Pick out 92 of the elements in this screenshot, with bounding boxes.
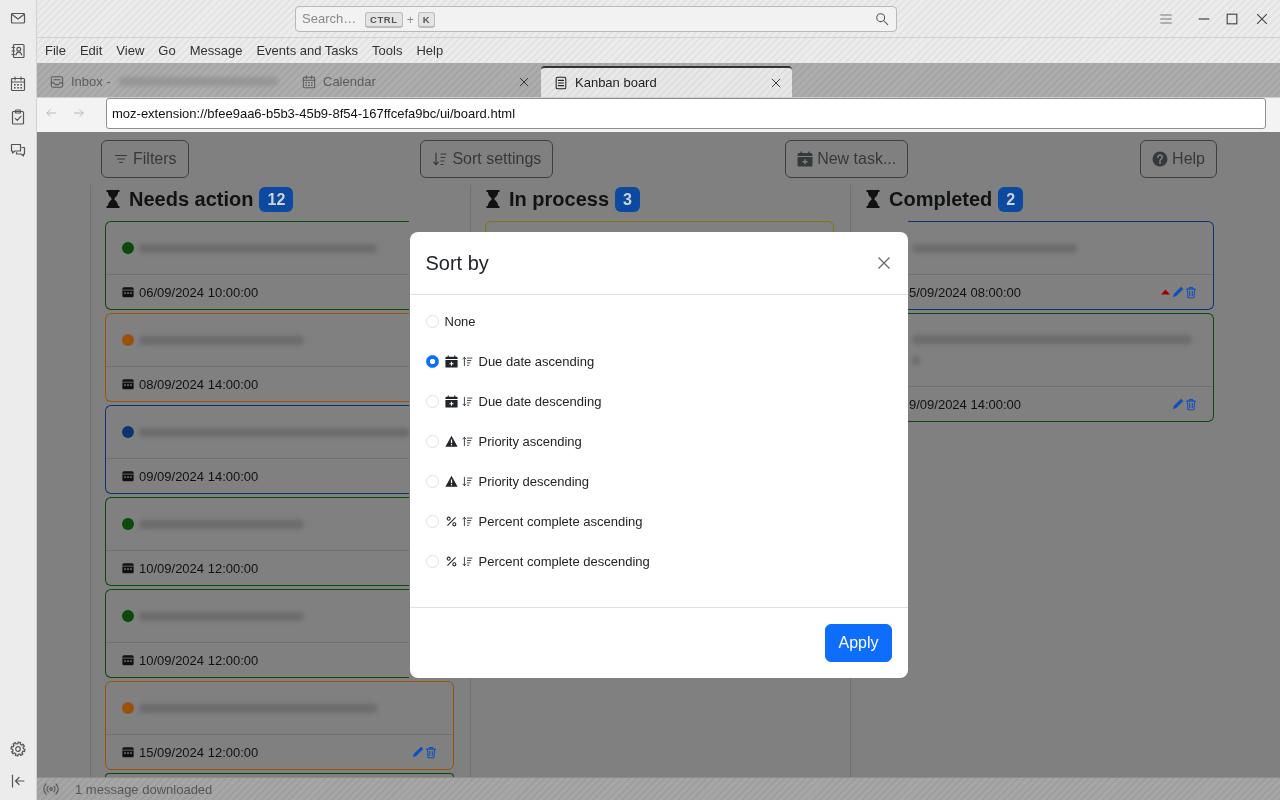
- calendar-icon: [122, 286, 134, 298]
- calendar-plus-icon: [797, 151, 814, 167]
- pencil-icon[interactable]: [1172, 286, 1184, 298]
- document-icon: [554, 75, 568, 90]
- calendar-icon: [122, 378, 134, 390]
- radio-button[interactable]: [425, 354, 439, 368]
- address-book-icon[interactable]: [10, 43, 26, 59]
- column-title: Completed: [889, 187, 993, 211]
- due-date: 09/09/2024 14:00:00: [139, 468, 259, 484]
- due-date: 15/09/2024 12:00:00: [139, 744, 259, 760]
- chat-icon[interactable]: [10, 142, 26, 158]
- sort-icon: [432, 151, 449, 167]
- count-badge: 12: [259, 186, 294, 212]
- option-label[interactable]: Due date descending: [478, 393, 602, 409]
- close-icon[interactable]: [518, 75, 530, 88]
- pencil-icon[interactable]: [1172, 398, 1184, 410]
- calendar-icon: [302, 74, 316, 89]
- count-badge: 2: [998, 186, 1024, 212]
- trash-icon[interactable]: [1185, 285, 1197, 299]
- calendar-icon: [122, 746, 134, 758]
- task-card[interactable]: 08/09/2024 14:00:00: [105, 313, 409, 402]
- option-label[interactable]: None: [444, 313, 476, 329]
- percent-icon: [444, 554, 458, 568]
- due-date: 10/09/2024 12:00:00: [139, 652, 259, 668]
- tab[interactable]: Kanban board: [541, 66, 792, 97]
- task-card[interactable]: 15/09/2024 12:00:00: [105, 681, 454, 770]
- calendar-icon: [122, 562, 134, 574]
- pencil-icon[interactable]: [412, 746, 424, 758]
- task-card[interactable]: 09/09/2024 14:00:00: [105, 405, 409, 494]
- maximize-icon[interactable]: [1225, 11, 1239, 26]
- dialog-title: Sort by: [425, 251, 489, 275]
- menu-item[interactable]: File: [38, 41, 73, 60]
- trash-icon[interactable]: [425, 745, 437, 759]
- percent-icon: [444, 514, 458, 528]
- count-badge: 3: [615, 186, 640, 212]
- calendar-icon: [122, 470, 134, 482]
- menu-item[interactable]: Events and Tasks: [249, 41, 366, 60]
- menu-item[interactable]: Tools: [365, 41, 410, 60]
- menu-icon[interactable]: [1159, 11, 1173, 26]
- menu-item[interactable]: Edit: [72, 41, 110, 60]
- arrow-left-bar-icon[interactable]: [10, 773, 26, 789]
- task-card[interactable]: 9/09/2024 14:00:00: [908, 313, 1214, 422]
- url-field[interactable]: moz-extension://bfee9aa6-b5b3-45b9-8f54-167ffcefa9bc/ui/board.html: [106, 98, 1266, 129]
- key-joiner: +: [406, 12, 414, 27]
- status-text: 1 message downloaded: [75, 781, 213, 797]
- trash-icon[interactable]: [1185, 397, 1197, 411]
- option-label[interactable]: Percent complete descending: [478, 553, 650, 569]
- apply-button[interactable]: Apply: [825, 624, 892, 662]
- menu-item[interactable]: Help: [409, 41, 451, 60]
- due-date: 9/09/2024 14:00:00: [909, 396, 1022, 412]
- due-date: 10/09/2024 12:00:00: [139, 560, 259, 576]
- column-title: In process: [509, 187, 610, 211]
- close-icon[interactable]: [875, 255, 892, 271]
- due-date: 06/09/2024 10:00:00: [139, 284, 259, 300]
- search-icon[interactable]: [875, 11, 889, 26]
- calendar-plus-icon: [444, 394, 458, 408]
- signal-waves-icon[interactable]: [43, 781, 59, 797]
- hourglass-icon: [865, 189, 881, 209]
- close-icon[interactable]: [770, 76, 782, 89]
- option-label[interactable]: Percent complete ascending: [478, 513, 643, 529]
- menu-item[interactable]: Message: [182, 41, 250, 60]
- mail-icon[interactable]: [10, 10, 26, 26]
- calendar-icon: [122, 654, 134, 666]
- task-card[interactable]: 10/09/2024 12:00:00: [105, 497, 409, 586]
- sort-descending-icon: [461, 394, 473, 408]
- sort-ascending-icon: [461, 434, 473, 448]
- menu-item[interactable]: Go: [151, 41, 183, 60]
- hourglass-icon: [485, 189, 501, 209]
- clipboard-check-icon[interactable]: [10, 109, 26, 125]
- warning-icon: [444, 434, 458, 448]
- task-card[interactable]: 10/09/2024 12:00:00: [105, 589, 409, 678]
- sort-descending-icon: [461, 554, 473, 568]
- menu-item[interactable]: View: [109, 41, 152, 60]
- sort-ascending-icon: [461, 514, 473, 528]
- inbox-tray-icon: [50, 74, 64, 89]
- option-label[interactable]: Due date ascending: [478, 353, 595, 369]
- due-date: 5/09/2024 08:00:00: [909, 284, 1022, 300]
- sort-ascending-icon: [461, 354, 473, 368]
- calendar-plus-icon: [444, 354, 458, 368]
- sort-descending-icon: [461, 474, 473, 488]
- calendar-icon[interactable]: [10, 76, 26, 92]
- help-icon: [1152, 151, 1169, 167]
- warning-icon: [444, 474, 458, 488]
- settings-icon[interactable]: [10, 741, 26, 757]
- hourglass-icon: [105, 189, 121, 209]
- task-card[interactable]: 06/09/2024 10:00:00: [105, 221, 409, 310]
- due-date: 08/09/2024 14:00:00: [139, 376, 259, 392]
- column-title: Needs action: [129, 187, 254, 211]
- option-label[interactable]: Priority ascending: [478, 433, 582, 449]
- task-card[interactable]: 5/09/2024 08:00:00: [908, 221, 1214, 310]
- option-label[interactable]: Priority descending: [478, 473, 590, 489]
- close-icon[interactable]: [1255, 11, 1269, 26]
